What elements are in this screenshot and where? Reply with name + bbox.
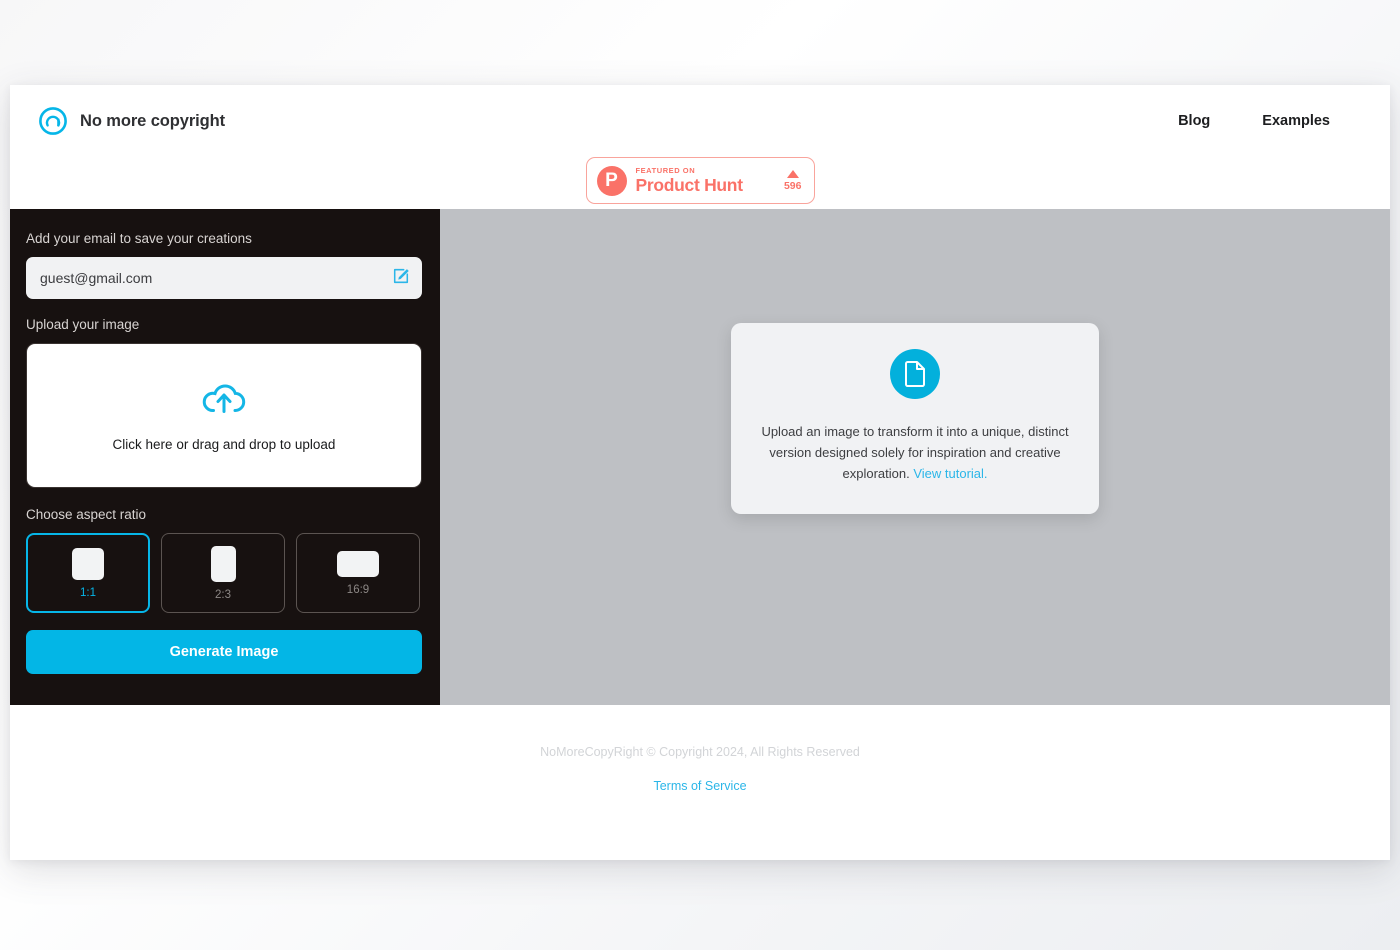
product-hunt-featured-label: FEATURED ON (635, 165, 696, 175)
app-footer: NoMoreCopyRight © Copyright 2024, All Ri… (10, 705, 1390, 860)
document-file-icon (904, 360, 926, 387)
aspect-ratio-label: 1:1 (80, 586, 96, 599)
empty-state-card: Upload an image to transform it into a u… (731, 322, 1099, 514)
product-hunt-logo-icon: P (596, 165, 627, 196)
aspect-thumb-landscape (337, 550, 379, 577)
cloud-upload-icon (199, 379, 249, 417)
product-hunt-badge[interactable]: P FEATURED ON Product Hunt 596 (585, 157, 815, 204)
edit-pencil-icon[interactable] (392, 267, 410, 290)
aspect-thumb-portrait (210, 545, 236, 582)
brand-name: No more copyright (80, 111, 225, 130)
aspect-ratio-group: 1:1 2:3 16:9 (26, 533, 422, 613)
product-hunt-badge-wrapper: P FEATURED ON Product Hunt 596 (10, 157, 1390, 204)
preview-canvas: Upload an image to transform it into a u… (440, 209, 1390, 705)
main-nav: Blog Examples (1178, 113, 1330, 129)
email-section-label: Add your email to save your creations (26, 231, 252, 246)
control-sidebar: Add your email to save your creations gu… (10, 209, 440, 705)
aspect-thumb-square (72, 547, 104, 580)
app-header: No more copyright Blog Examples P FEATUR… (10, 85, 1390, 209)
aspect-ratio-label: 2:3 (215, 588, 231, 601)
copyright-text: NoMoreCopyRight © Copyright 2024, All Ri… (540, 745, 860, 759)
generate-image-button[interactable]: Generate Image (26, 630, 422, 674)
aspect-ratio-option-16-9[interactable]: 16:9 (296, 533, 420, 613)
upload-section-label: Upload your image (26, 317, 140, 332)
terms-of-service-link[interactable]: Terms of Service (653, 779, 746, 793)
aspect-section-label: Choose aspect ratio (26, 507, 147, 522)
brand[interactable]: No more copyright (38, 106, 225, 136)
dropzone-label: Click here or drag and drop to upload (112, 437, 336, 452)
triangle-up-icon (786, 169, 799, 178)
email-field[interactable]: guest@gmail.com (26, 257, 422, 299)
header-top-row: No more copyright Blog Examples (10, 85, 1390, 136)
product-hunt-text: FEATURED ON Product Hunt (635, 165, 775, 195)
nav-link-examples[interactable]: Examples (1262, 113, 1330, 129)
document-file-icon-badge (890, 348, 940, 399)
app-window: No more copyright Blog Examples P FEATUR… (10, 85, 1390, 860)
product-hunt-upvote-count: 596 (783, 179, 802, 192)
ring-logo-icon (38, 106, 68, 136)
product-hunt-title: Product Hunt (635, 175, 744, 195)
view-tutorial-link[interactable]: View tutorial. (913, 466, 987, 481)
aspect-ratio-label: 16:9 (346, 583, 370, 596)
upload-dropzone[interactable]: Click here or drag and drop to upload (26, 343, 422, 488)
email-input[interactable]: guest@gmail.com (40, 270, 392, 286)
aspect-ratio-option-1-1[interactable]: 1:1 (26, 533, 150, 613)
nav-link-blog[interactable]: Blog (1178, 113, 1210, 129)
product-hunt-upvote[interactable]: 596 (783, 169, 802, 192)
app-body: Add your email to save your creations gu… (10, 209, 1390, 705)
empty-state-text: Upload an image to transform it into a u… (761, 421, 1069, 484)
aspect-ratio-option-2-3[interactable]: 2:3 (161, 533, 285, 613)
